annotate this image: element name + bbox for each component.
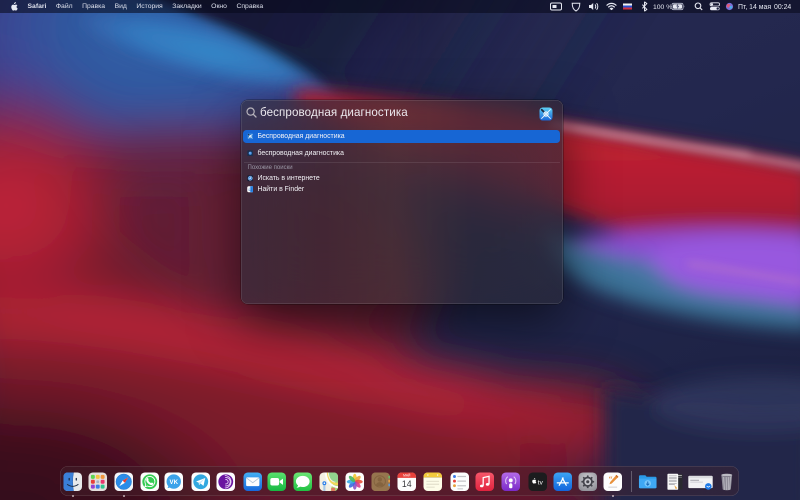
svg-text:00:24: 00:24 xyxy=(774,4,791,11)
svg-text:Пт, 14 мая: Пт, 14 мая xyxy=(738,4,771,11)
svg-text:МАЙ: МАЙ xyxy=(403,474,411,478)
svg-text:tv: tv xyxy=(538,479,544,486)
svg-text:VK: VK xyxy=(170,480,179,486)
svg-text:100 %: 100 % xyxy=(653,4,672,11)
svg-text:14: 14 xyxy=(402,479,412,489)
